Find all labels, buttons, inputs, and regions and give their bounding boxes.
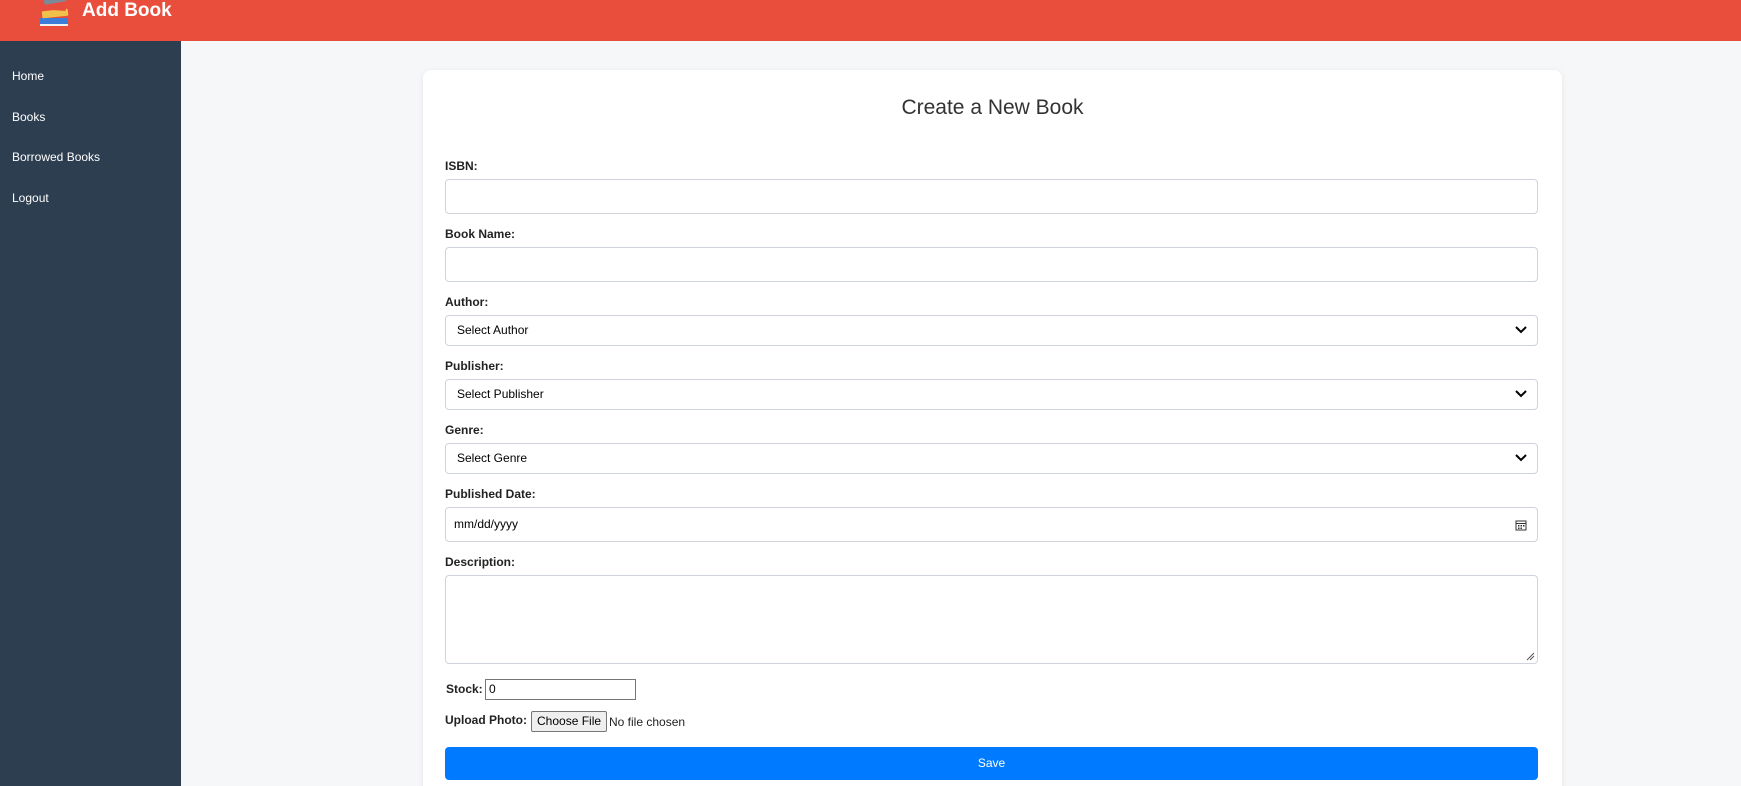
sidebar: Home Books Borrowed Books Logout	[0, 41, 181, 786]
stock-input[interactable]: 0	[485, 679, 636, 700]
sidebar-item-books[interactable]: Books	[12, 110, 45, 124]
sidebar-item-logout[interactable]: Logout	[12, 191, 49, 205]
chevron-down-icon	[1515, 326, 1527, 334]
app-title: Add Book	[82, 0, 172, 21]
author-label: Author:	[445, 295, 489, 309]
stock-label: Stock:	[446, 682, 483, 696]
book-name-label: Book Name:	[445, 227, 516, 241]
chevron-down-icon	[1515, 454, 1527, 462]
page-title: Create a New Book	[901, 96, 1084, 119]
save-button[interactable]: Save	[445, 747, 1538, 780]
date-placeholder: mm/dd/yyyy	[454, 517, 519, 531]
author-select-value: Select Author	[457, 323, 529, 337]
create-book-card: Create a New Book ISBN: Book Name: Autho…	[423, 70, 1562, 786]
genre-select[interactable]: Select Genre	[445, 443, 1538, 474]
sidebar-item-home[interactable]: Home	[12, 69, 44, 83]
sidebar-item-borrowed-books[interactable]: Borrowed Books	[12, 150, 100, 164]
author-select[interactable]: Select Author	[445, 315, 1538, 346]
book-name-input[interactable]	[445, 247, 1538, 282]
publisher-select[interactable]: Select Publisher	[445, 379, 1538, 410]
choose-file-button[interactable]: Choose File	[531, 711, 608, 732]
file-status: No file chosen	[609, 715, 686, 729]
genre-label: Genre:	[445, 423, 484, 437]
isbn-input[interactable]	[445, 179, 1538, 214]
calendar-icon[interactable]	[1515, 519, 1527, 531]
chevron-down-icon	[1515, 390, 1527, 398]
published-date-label: Published Date:	[445, 487, 536, 501]
publisher-select-value: Select Publisher	[457, 387, 544, 401]
description-textarea[interactable]	[445, 575, 1538, 664]
top-header-bar: Add Book	[0, 0, 1741, 41]
publisher-label: Publisher:	[445, 359, 504, 373]
resize-grip-icon[interactable]	[1525, 651, 1535, 661]
description-label: Description:	[445, 555, 516, 569]
published-date-input[interactable]: mm/dd/yyyy	[445, 507, 1538, 542]
books-stack-icon	[38, 0, 69, 26]
isbn-label: ISBN:	[445, 159, 478, 173]
upload-photo-label: Upload Photo:	[445, 713, 527, 727]
genre-select-value: Select Genre	[457, 451, 528, 465]
